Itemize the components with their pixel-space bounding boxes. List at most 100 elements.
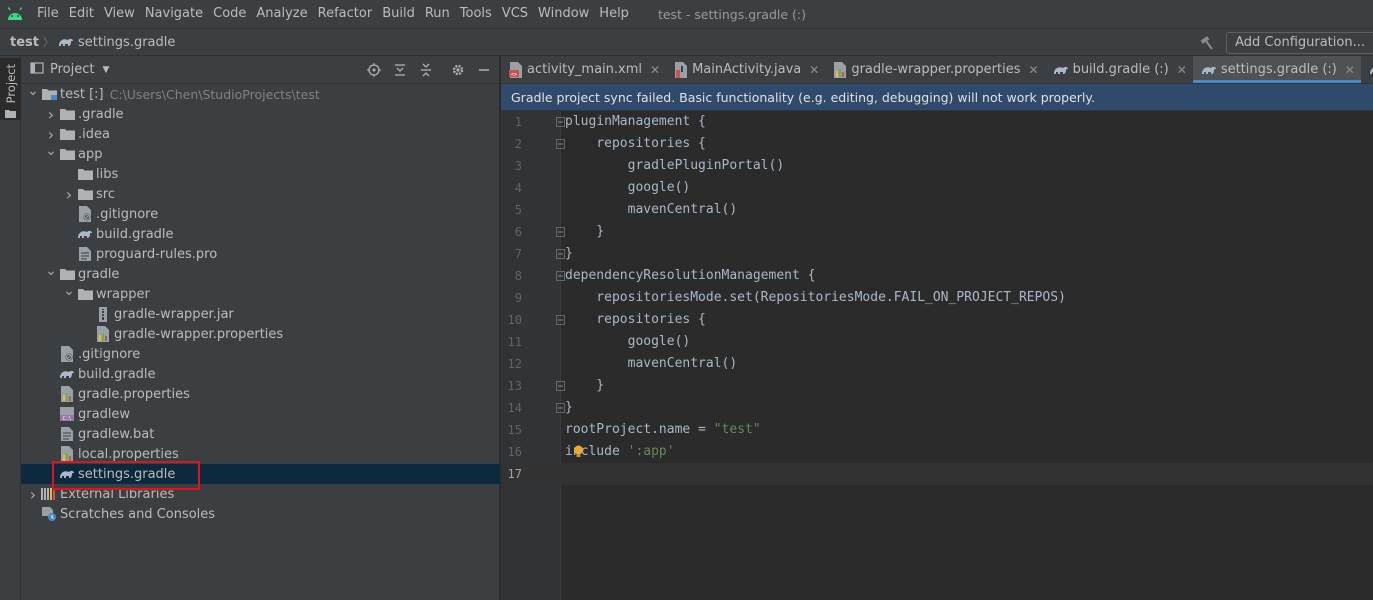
chevron-right-icon[interactable]: › (25, 484, 41, 504)
gear-icon[interactable] (449, 61, 467, 79)
tree-item[interactable]: proguard-rules.pro (21, 244, 500, 264)
tree-item[interactable]: gradlew.bat (21, 424, 500, 444)
tree-item[interactable]: C:\ gradlew (21, 404, 500, 424)
tree-item[interactable]: gradle-wrapper.properties (21, 324, 500, 344)
fold-close-icon[interactable] (555, 227, 565, 237)
editor-tab-label: MainActivity.java (692, 62, 802, 77)
code-line: 3 gradlePluginPortal() (501, 155, 1373, 177)
project-view-icon (30, 61, 44, 79)
collapse-all-icon[interactable] (417, 61, 435, 79)
tree-item[interactable]: gradle-wrapper.jar (21, 304, 500, 324)
tree-item[interactable]: ⌄ test [:] C:\Users\Chen\StudioProjects\te… (21, 81, 500, 104)
menu-navigate[interactable]: Navigate (140, 0, 208, 28)
editor-tab[interactable]: settings.gradle (:) ✕ (1192, 56, 1362, 83)
editor-tab-label: settings.gradle (:) (1220, 62, 1337, 77)
breadcrumb-project[interactable]: test (10, 35, 39, 50)
fold-open-icon[interactable] (555, 271, 565, 281)
editor-tab[interactable]: build.gradle (:) ✕ (1045, 56, 1193, 83)
project-panel: Project ▼ ⌄ test [:] C:\Users\Chen\StudioP… (21, 56, 500, 600)
fold-close-icon[interactable] (555, 381, 565, 391)
editor-tab[interactable]: gradle-wrapper.properties ✕ (825, 56, 1044, 83)
minimize-icon[interactable] (475, 61, 493, 79)
tree-item[interactable]: build.gradle (21, 224, 500, 244)
tree-item[interactable]: ⌄ wrapper (21, 281, 500, 304)
menu-window[interactable]: Window (533, 0, 594, 28)
editor-tab-label: build.gradle (:) (1072, 62, 1169, 77)
fold-open-icon[interactable] (555, 117, 565, 127)
properties-file-icon (59, 386, 75, 402)
menu-vcs[interactable]: VCS (497, 0, 533, 28)
chevron-right-icon[interactable]: › (43, 104, 59, 124)
code-text: } (565, 397, 573, 419)
fold-open-icon[interactable] (555, 315, 565, 325)
tree-item[interactable]: .gitignore (21, 344, 500, 364)
tree-item[interactable]: › src (21, 184, 500, 204)
close-icon[interactable]: ✕ (1029, 63, 1039, 77)
editor-tab[interactable]: <> activity_main.xml ✕ (501, 56, 666, 83)
fold-close-icon[interactable] (555, 403, 565, 413)
breadcrumb-file[interactable]: settings.gradle (58, 35, 175, 50)
tree-item[interactable]: Scratches and Consoles (21, 504, 500, 524)
menu-run[interactable]: Run (420, 0, 455, 28)
project-panel-tools (365, 56, 493, 84)
code-token: gradlePluginPortal() (565, 158, 785, 173)
tree-item[interactable]: › .idea (21, 124, 500, 144)
menu-file[interactable]: File (32, 0, 64, 28)
menu-help[interactable]: Help (594, 0, 634, 28)
chevron-right-icon[interactable]: › (61, 184, 77, 204)
close-icon[interactable]: ✕ (650, 63, 660, 77)
code-text: gradlePluginPortal() (565, 155, 785, 177)
editor-tab[interactable]: app\build.g (1361, 56, 1373, 83)
tree-item[interactable]: › External Libraries (21, 484, 500, 504)
menu-edit[interactable]: Edit (64, 0, 99, 28)
chevron-down-icon[interactable]: ⌄ (61, 281, 77, 301)
line-number: 8 (514, 269, 522, 283)
expand-all-icon[interactable] (391, 61, 409, 79)
menu-refactor[interactable]: Refactor (313, 0, 378, 28)
tree-item[interactable]: settings.gradle (21, 464, 500, 484)
project-tool-window-tab[interactable]: Project (0, 58, 21, 120)
tree-item-label: wrapper (96, 286, 150, 302)
tree-item[interactable]: local.properties (21, 444, 500, 464)
locate-file-icon[interactable] (365, 61, 383, 79)
tree-item[interactable]: ⌄ gradle (21, 261, 500, 284)
folder-icon (59, 126, 75, 142)
add-configuration-button[interactable]: Add Configuration... (1226, 32, 1373, 54)
close-icon[interactable]: ✕ (809, 63, 819, 77)
fold-close-icon[interactable] (555, 249, 565, 259)
menu-analyze[interactable]: Analyze (251, 0, 312, 28)
close-icon[interactable]: ✕ (1177, 63, 1187, 77)
menu-build[interactable]: Build (377, 0, 420, 28)
folder-icon (59, 146, 75, 162)
chevron-down-icon[interactable]: ⌄ (43, 141, 59, 161)
code-line: 4 google() (501, 177, 1373, 199)
hammer-icon[interactable] (1196, 32, 1218, 54)
tree-item[interactable]: › .gradle (21, 104, 500, 124)
code-token: mavenCentral() (565, 356, 738, 371)
code-token: mavenCentral() (565, 202, 738, 217)
xml-file-icon: <> (509, 61, 523, 78)
gradle-file-icon (1053, 64, 1069, 76)
chevron-down-icon[interactable]: ⌄ (43, 261, 59, 281)
tree-item[interactable]: build.gradle (21, 364, 500, 384)
menu-view[interactable]: View (99, 0, 140, 28)
code-text: } (565, 221, 604, 243)
tree-item[interactable]: .gitignore (21, 204, 500, 224)
editor-tab[interactable]: MainActivity.java ✕ (666, 56, 825, 83)
tree-item[interactable]: libs (21, 164, 500, 184)
tree-item[interactable]: gradle.properties (21, 384, 500, 404)
close-icon[interactable]: ✕ (1345, 63, 1355, 77)
chevron-down-icon[interactable]: ⌄ (25, 81, 41, 101)
tree-item[interactable]: ⌄ app (21, 141, 500, 164)
code-editor[interactable]: 1 pluginManagement {2 repositories {3 gra… (501, 111, 1373, 600)
lightbulb-icon[interactable] (573, 445, 584, 458)
menu-code[interactable]: Code (208, 0, 251, 28)
project-path: C:\Users\Chen\StudioProjects\test (109, 86, 320, 102)
fold-open-icon[interactable] (555, 139, 565, 149)
project-view-selector[interactable]: Project ▼ (30, 61, 109, 79)
code-text: repositories { (565, 309, 706, 331)
menu-tools[interactable]: Tools (455, 0, 497, 28)
